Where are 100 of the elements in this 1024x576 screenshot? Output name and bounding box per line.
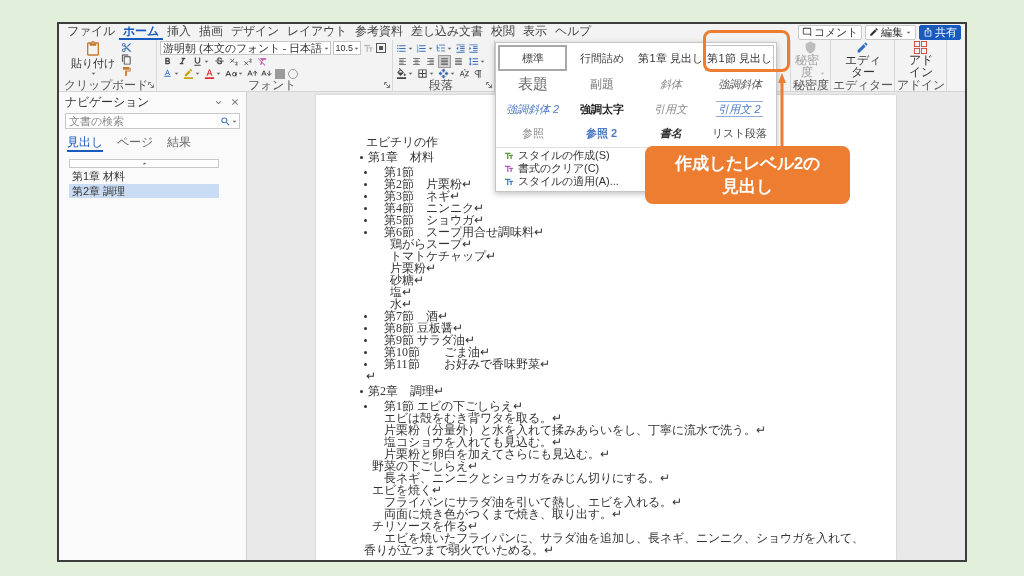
style-option[interactable]: 第1章 見出し bbox=[636, 45, 705, 71]
style-option[interactable]: 副題 bbox=[567, 71, 636, 97]
indent-increase-icon[interactable] bbox=[468, 42, 479, 54]
group-label: アドイン bbox=[897, 79, 945, 91]
font-size-field[interactable]: 10.5 bbox=[332, 41, 362, 55]
circle-icon[interactable] bbox=[288, 68, 298, 79]
clear-format-icon[interactable] bbox=[257, 56, 268, 67]
share-button[interactable]: 共有 bbox=[919, 24, 961, 40]
style-option[interactable]: 強調太字 bbox=[567, 97, 636, 121]
style-option[interactable]: 表題 bbox=[498, 71, 567, 97]
bullet-icon bbox=[360, 389, 363, 393]
scissors-icon[interactable] bbox=[121, 42, 132, 53]
bullet-icon bbox=[364, 314, 367, 318]
case-icon[interactable] bbox=[225, 67, 237, 80]
bullet-icon bbox=[360, 155, 363, 159]
distribute-icon[interactable] bbox=[452, 55, 465, 68]
list-tree-icon[interactable] bbox=[436, 43, 446, 53]
dialog-launcher-icon[interactable] bbox=[148, 82, 154, 88]
section-heading: 第3節 ネギ↵ bbox=[384, 190, 460, 202]
nav-heading-item[interactable]: 第2章 調理 bbox=[69, 184, 219, 198]
copy-icon[interactable] bbox=[121, 54, 132, 65]
step-text: 両面に焼き色がつくまで焼き、取り出す。↵ bbox=[384, 508, 622, 520]
close-icon[interactable] bbox=[230, 97, 240, 107]
gallery-menu-item[interactable]: 書式のクリア(C) bbox=[496, 162, 600, 175]
style-option[interactable]: 強調斜体 2 bbox=[498, 97, 567, 121]
search-field[interactable]: 文書の検索 bbox=[65, 113, 240, 129]
line-spacing-icon[interactable] bbox=[468, 56, 479, 67]
comment-button[interactable]: コメント bbox=[798, 24, 862, 40]
numbered-list-icon[interactable] bbox=[416, 42, 427, 54]
pilcrow-icon[interactable] bbox=[473, 68, 483, 79]
dialog-launcher-icon[interactable] bbox=[486, 82, 492, 88]
sort-icon[interactable] bbox=[459, 68, 470, 79]
add-ins-button[interactable]: アドイン bbox=[895, 40, 946, 78]
gallery-menu-item[interactable]: スタイルの作成(S) bbox=[496, 149, 610, 162]
style-option[interactable]: 参照 bbox=[498, 121, 567, 145]
ribbon-tab[interactable]: レイアウト bbox=[283, 24, 351, 40]
paste-button[interactable]: 貼り付け bbox=[71, 41, 115, 78]
style-option[interactable]: 引用文 2 bbox=[705, 97, 774, 121]
section-heading: 第7節 酒↵ bbox=[384, 310, 448, 322]
style-option[interactable]: リスト段落 bbox=[705, 121, 774, 145]
shaded-square-icon[interactable] bbox=[275, 68, 285, 79]
editor-button[interactable]: エディター bbox=[831, 40, 894, 78]
ingredient-text: 鶏がらスープ↵ bbox=[390, 238, 472, 250]
style-option[interactable]: 第1節 見出し bbox=[705, 45, 774, 71]
style-option[interactable]: 斜体 bbox=[636, 71, 705, 97]
style-option[interactable]: 参照 2 bbox=[567, 121, 636, 145]
indent-decrease-icon[interactable] bbox=[455, 42, 466, 54]
ribbon-tab[interactable]: 挿入 bbox=[163, 24, 195, 40]
superscript-icon[interactable] bbox=[243, 56, 253, 67]
align-left-icon[interactable] bbox=[396, 55, 409, 68]
underline-icon[interactable] bbox=[192, 56, 203, 67]
align-center-icon[interactable] bbox=[410, 55, 423, 68]
bullet-icon bbox=[364, 170, 367, 174]
bullet-icon bbox=[364, 194, 367, 198]
style-option[interactable]: 標準 bbox=[498, 45, 567, 71]
bullet-list-icon[interactable] bbox=[396, 42, 407, 54]
font-name-field[interactable]: 游明朝 (本文のフォント - 日本語 bbox=[160, 41, 331, 55]
editing-button[interactable]: 編集 bbox=[865, 24, 916, 40]
ribbon-tab[interactable]: デザイン bbox=[227, 24, 283, 40]
style-option[interactable]: 引用文 bbox=[636, 97, 705, 121]
gallery-menu-item[interactable]: スタイルの適用(A)... bbox=[496, 175, 619, 188]
justify-icon[interactable] bbox=[438, 55, 451, 68]
paint-bucket-icon[interactable] bbox=[396, 68, 407, 79]
style-option[interactable]: 書名 bbox=[636, 121, 705, 145]
subscript-icon[interactable] bbox=[229, 56, 239, 67]
section-heading: 第10節 ごま油↵ bbox=[384, 346, 490, 358]
style-option[interactable]: 強調斜体 bbox=[705, 71, 774, 97]
square-icon[interactable] bbox=[376, 43, 387, 53]
paint-roller-icon[interactable] bbox=[121, 66, 132, 77]
arrows-icon[interactable] bbox=[438, 68, 449, 79]
shrink-font-icon[interactable] bbox=[261, 68, 272, 79]
ribbon-tab[interactable]: 差し込み文書 bbox=[407, 24, 487, 40]
bullet-icon bbox=[364, 362, 367, 366]
bold-icon[interactable] bbox=[162, 56, 173, 67]
style-option[interactable]: 行間詰め bbox=[567, 45, 636, 71]
nav-tab[interactable]: 見出し bbox=[67, 135, 103, 152]
borders-icon[interactable] bbox=[417, 68, 428, 79]
nav-tab[interactable]: ページ bbox=[117, 135, 153, 152]
bullet-icon bbox=[364, 326, 367, 330]
dialog-launcher-icon[interactable] bbox=[384, 82, 390, 88]
grid-icon bbox=[914, 41, 927, 54]
ribbon-tab[interactable]: ファイル bbox=[63, 24, 119, 40]
step-text: 片栗粉と卵白を加えてさらにも見込む。↵ bbox=[384, 448, 610, 460]
italic-icon[interactable] bbox=[177, 56, 188, 67]
align-right-icon[interactable] bbox=[424, 55, 437, 68]
ribbon-tab[interactable]: 校閲 bbox=[487, 24, 519, 40]
bullet-icon bbox=[364, 338, 367, 342]
search-icon[interactable] bbox=[220, 115, 231, 127]
nav-tab[interactable]: 結果 bbox=[167, 135, 191, 152]
ribbon-tab[interactable]: ヘルプ bbox=[551, 24, 595, 40]
strikethrough-icon[interactable] bbox=[214, 56, 225, 67]
grow-font-icon[interactable] bbox=[247, 68, 258, 79]
ribbon-tab[interactable]: 描画 bbox=[195, 24, 227, 40]
ribbon-tab[interactable]: 表示 bbox=[519, 24, 551, 40]
ribbon-tab[interactable]: 参考資料 bbox=[351, 24, 407, 40]
ingredient-text: 砂糖↵ bbox=[390, 274, 424, 286]
nav-heading-item[interactable]: 第1章 材料 bbox=[69, 169, 219, 183]
section-heading: 第6節 スープ用合せ調味料↵ bbox=[384, 226, 544, 238]
font-color-icon[interactable] bbox=[204, 68, 215, 79]
ribbon-tab[interactable]: ホーム bbox=[119, 24, 163, 40]
